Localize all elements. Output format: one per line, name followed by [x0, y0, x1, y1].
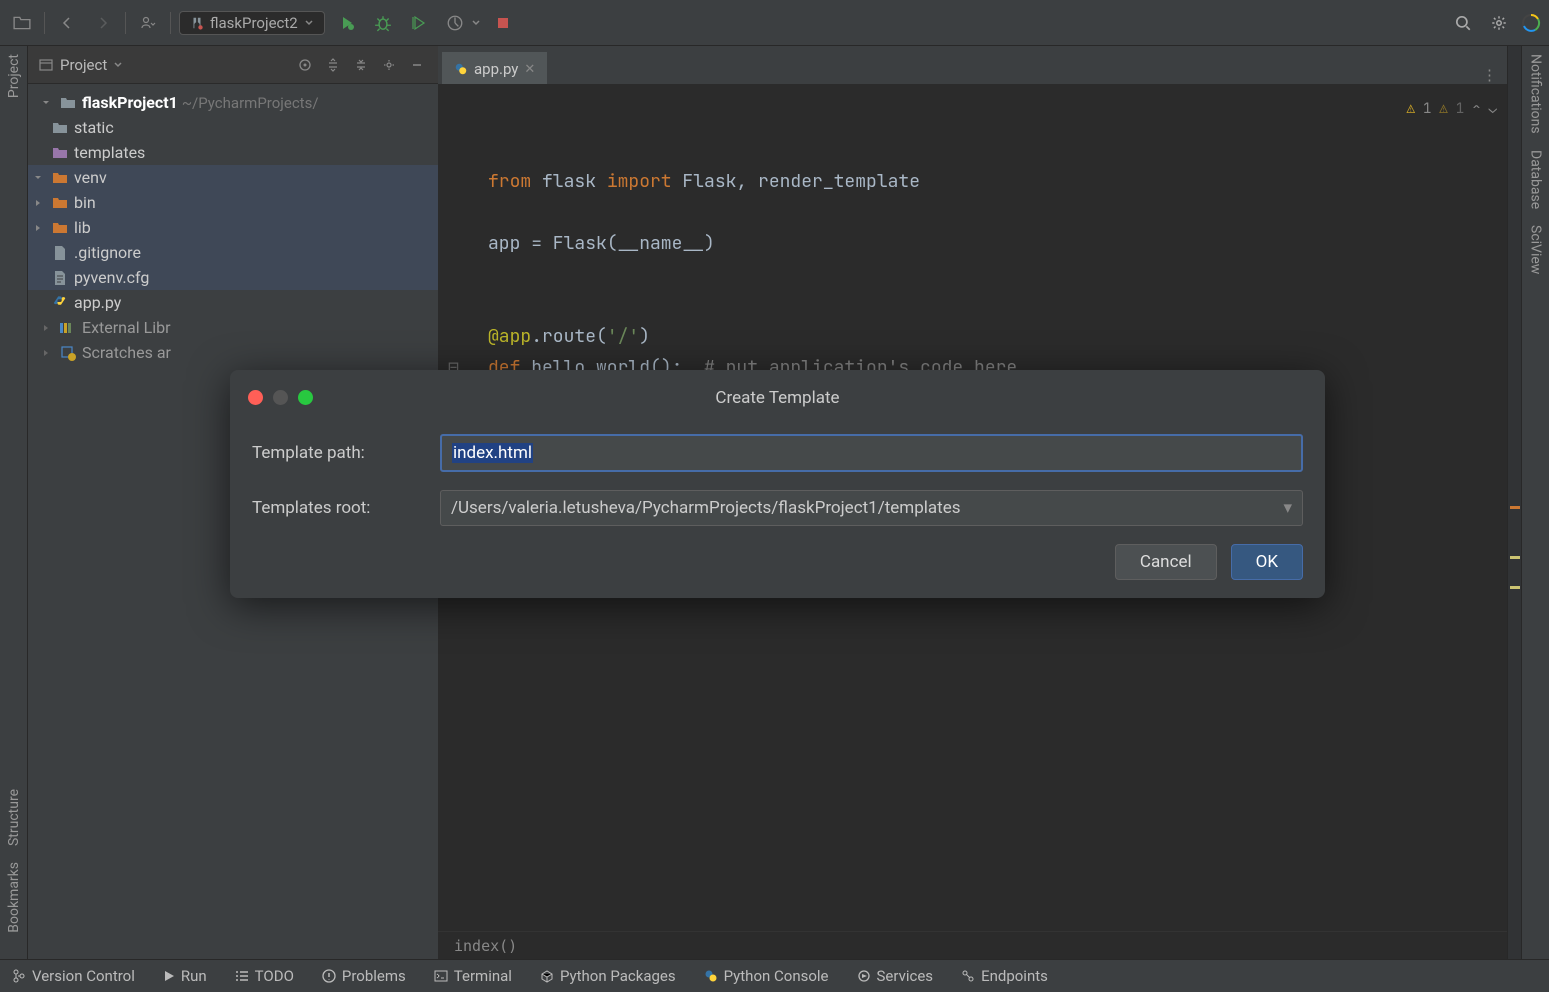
- templates-root-select[interactable]: /Users/valeria.letusheva/PycharmProjects…: [440, 490, 1303, 526]
- dialog-title: Create Template: [252, 388, 1303, 408]
- window-controls: [248, 390, 313, 405]
- cancel-button[interactable]: Cancel: [1115, 544, 1217, 580]
- templates-root-label: Templates root:: [252, 498, 422, 518]
- maximize-window-icon[interactable]: [298, 390, 313, 405]
- template-path-label: Template path:: [252, 443, 422, 463]
- minimize-window-icon[interactable]: [273, 390, 288, 405]
- close-window-icon[interactable]: [248, 390, 263, 405]
- create-template-dialog: Create Template Template path: index.htm…: [230, 370, 1325, 598]
- dropdown-arrow-icon: ▾: [1283, 498, 1292, 518]
- template-path-input[interactable]: index.html: [440, 434, 1303, 472]
- ok-button[interactable]: OK: [1231, 544, 1303, 580]
